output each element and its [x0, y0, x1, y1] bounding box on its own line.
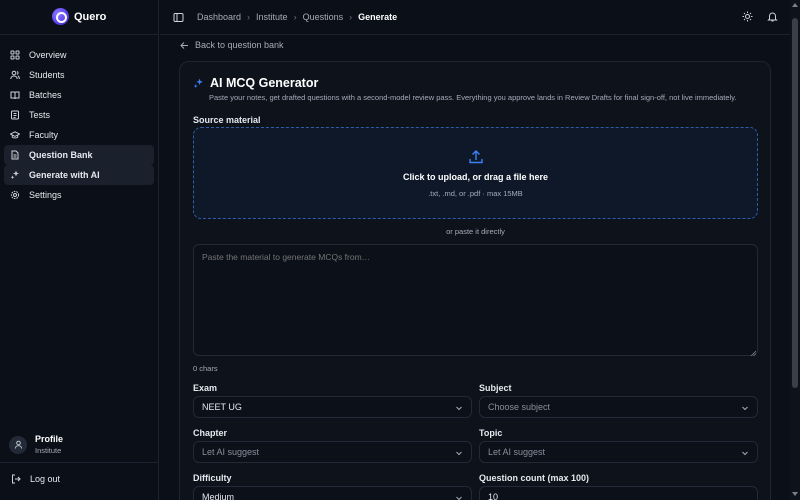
breadcrumb-dashboard[interactable]: Dashboard [197, 12, 241, 22]
chevron-down-icon [456, 496, 462, 500]
chevron-right-icon: › [349, 12, 353, 22]
file-upload-dropzone[interactable]: Click to upload, or drag a file here .tx… [193, 127, 758, 219]
difficulty-select[interactable]: Medium [193, 486, 472, 500]
back-link-label: Back to question bank [195, 40, 284, 50]
topic-select[interactable]: Let AI suggest [479, 441, 758, 463]
resize-handle-icon[interactable] [750, 348, 757, 358]
breadcrumb-institute[interactable]: Institute [256, 12, 288, 22]
question-count-label: Question count (max 100) [479, 473, 590, 483]
or-divider-text: or paste it directly [446, 227, 505, 236]
sidebar-toggle-icon[interactable] [173, 12, 184, 25]
breadcrumb-questions[interactable]: Questions [303, 12, 344, 22]
file-text-icon [10, 150, 20, 160]
exam-select[interactable]: NEET UG [193, 396, 472, 418]
logout-label: Log out [30, 474, 61, 484]
scroll-up-arrow-icon[interactable] [792, 3, 798, 7]
subject-select[interactable]: Choose subject [479, 396, 758, 418]
chevron-right-icon: › [293, 12, 297, 22]
page-title: AI MCQ Generator [210, 76, 319, 90]
sidebar-item-students[interactable]: Students [4, 65, 154, 85]
arrow-left-icon [180, 41, 188, 49]
logout-icon [12, 474, 21, 484]
chevron-down-icon [742, 406, 748, 411]
gear-icon [10, 190, 20, 200]
logout-button[interactable]: Log out [11, 474, 60, 484]
exam-label: Exam [193, 383, 218, 393]
source-material-label: Source material [193, 115, 261, 125]
sidebar-item-settings[interactable]: Settings [4, 185, 154, 205]
brand-name: Quero [74, 10, 107, 23]
question-count-value: 10 [488, 492, 499, 500]
sidebar-item-question-bank[interactable]: Question Bank [4, 145, 154, 165]
graduation-cap-icon [10, 130, 20, 140]
sidebar-item-label: Generate with AI [29, 170, 100, 180]
sidebar-item-label: Settings [29, 190, 62, 200]
scroll-thumb[interactable] [792, 18, 798, 388]
sidebar-item-overview[interactable]: Overview [4, 45, 154, 65]
sidebar-item-faculty[interactable]: Faculty [4, 125, 154, 145]
chevron-down-icon [456, 406, 462, 411]
sidebar: Quero Overview Students Batches Tests Fa… [0, 0, 159, 500]
users-icon [10, 70, 20, 80]
card-header: AI MCQ Generator [193, 76, 318, 90]
source-textarea[interactable] [193, 244, 758, 356]
difficulty-label: Difficulty [193, 473, 232, 483]
char-count: 0 chars [193, 364, 218, 373]
chevron-down-icon [456, 451, 462, 456]
list-icon [10, 110, 20, 120]
breadcrumb: Dashboard › Institute › Questions › Gene… [197, 12, 397, 22]
quero-logo-icon [52, 8, 69, 25]
sidebar-item-label: Tests [29, 110, 51, 120]
topic-label: Topic [479, 428, 503, 438]
sidebar-nav: Overview Students Batches Tests Faculty [4, 45, 154, 205]
book-icon [10, 90, 20, 100]
breadcrumb-generate: Generate [358, 12, 398, 22]
upload-title: Click to upload, or drag a file here [402, 172, 549, 182]
bell-icon[interactable] [767, 11, 778, 24]
profile[interactable]: Profile Institute [9, 434, 63, 455]
chevron-down-icon [742, 451, 748, 456]
grid-icon [10, 50, 20, 60]
chapter-select[interactable]: Let AI suggest [193, 441, 472, 463]
sparkles-icon [193, 78, 203, 88]
topic-select-value: Let AI suggest [488, 447, 546, 457]
upload-icon [468, 149, 484, 167]
scroll-down-arrow-icon[interactable] [792, 492, 798, 496]
back-link[interactable]: Back to question bank [180, 40, 284, 50]
sidebar-item-batches[interactable]: Batches [4, 85, 154, 105]
sparkles-icon [10, 170, 20, 180]
question-count-input[interactable]: 10 [479, 486, 758, 500]
sidebar-divider [0, 34, 159, 35]
upload-hint: .txt, .md, or .pdf · max 15MB [428, 189, 523, 198]
sidebar-item-label: Overview [29, 50, 67, 60]
theme-toggle-sun-icon[interactable] [742, 11, 753, 24]
sidebar-divider [0, 462, 159, 463]
exam-select-value: NEET UG [202, 402, 242, 412]
page-subtitle: Paste your notes, get drafted questions … [209, 93, 737, 102]
chapter-label: Chapter [193, 428, 228, 438]
profile-role: Institute [35, 446, 62, 455]
sidebar-item-label: Students [29, 70, 65, 80]
brand[interactable]: Quero [52, 8, 106, 25]
subject-label: Subject [479, 383, 512, 393]
chapter-select-value: Let AI suggest [202, 447, 260, 457]
header-actions [742, 11, 778, 24]
user-icon [14, 440, 22, 449]
sidebar-item-label: Question Bank [29, 150, 93, 160]
sidebar-item-tests[interactable]: Tests [4, 105, 154, 125]
difficulty-select-value: Medium [202, 492, 235, 500]
top-header: Dashboard › Institute › Questions › Gene… [160, 0, 790, 35]
sidebar-item-label: Faculty [29, 130, 59, 140]
avatar [9, 435, 27, 454]
sidebar-item-label: Batches [29, 90, 62, 100]
profile-name: Profile [35, 434, 64, 444]
chevron-right-icon: › [247, 12, 251, 22]
generator-card: AI MCQ Generator Paste your notes, get d… [179, 61, 771, 500]
subject-select-value: Choose subject [488, 402, 551, 412]
scrollbar[interactable] [790, 0, 800, 500]
sidebar-item-generate-with-ai[interactable]: Generate with AI [4, 165, 154, 185]
